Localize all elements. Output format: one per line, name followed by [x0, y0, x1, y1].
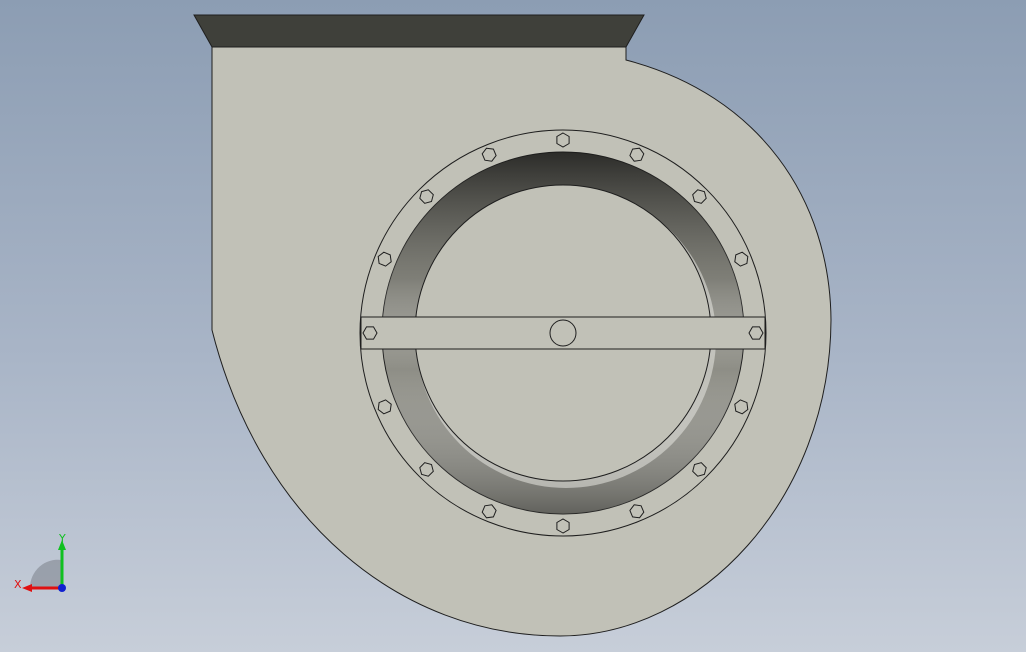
bolt-icon[interactable]: [362, 326, 378, 340]
triad-plane-icon: [29, 559, 62, 588]
x-arrow-icon: [22, 584, 32, 592]
bolt-icon[interactable]: [556, 518, 570, 534]
fan-model[interactable]: [0, 0, 1026, 652]
hub-circle[interactable]: [549, 319, 577, 347]
axis-triad-icon: Y X: [14, 532, 66, 592]
x-axis-label: X: [14, 578, 22, 591]
y-axis-label: Y: [58, 532, 66, 545]
z-axis-icon: [58, 584, 66, 592]
bolt-icon[interactable]: [556, 132, 570, 148]
graphics-viewport[interactable]: Y X: [0, 0, 1026, 652]
outlet-flange[interactable]: [193, 14, 645, 48]
bolt-icon[interactable]: [748, 326, 764, 340]
